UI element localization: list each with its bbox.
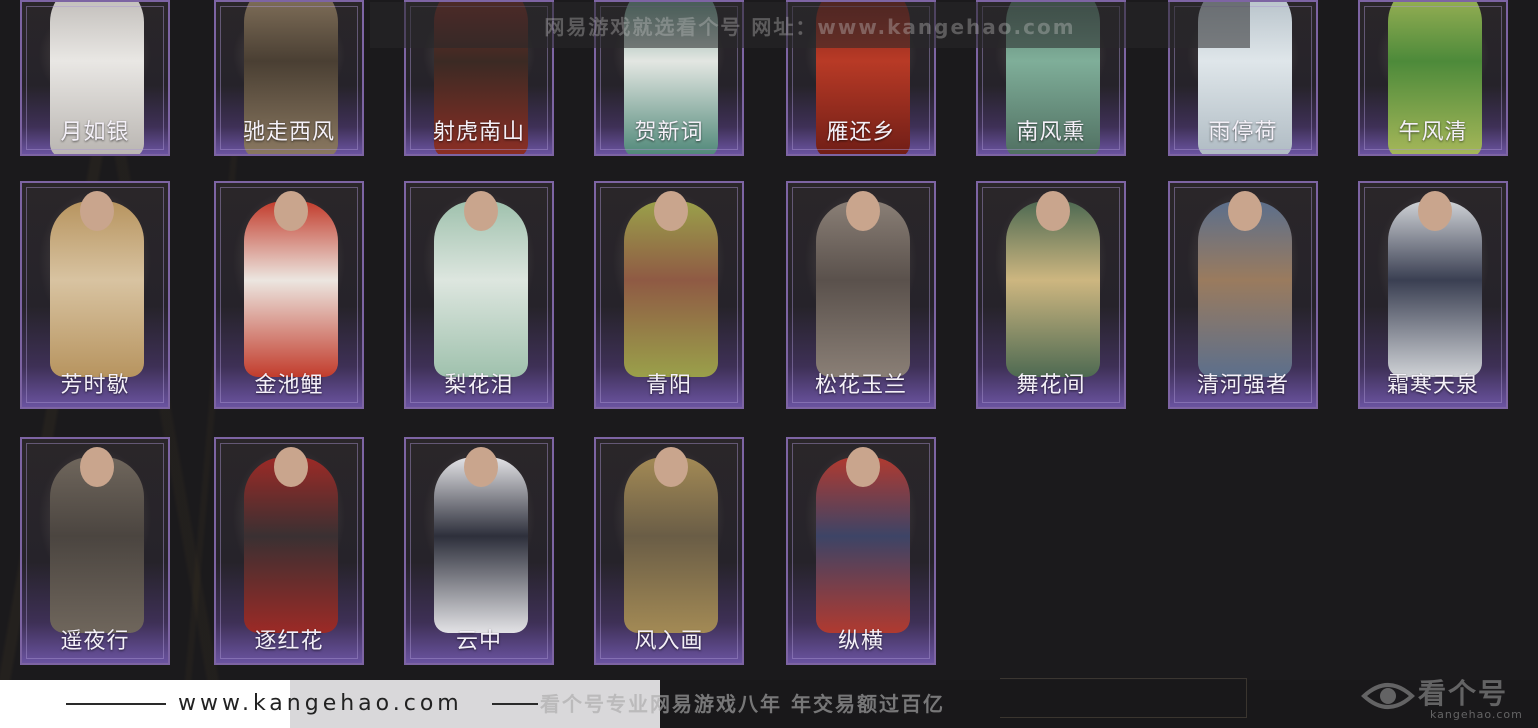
- costume-name: 遥夜行: [60, 629, 130, 654]
- top-watermark: 网易游戏就选看个号 网址：www.kangehao.com: [370, 2, 1250, 48]
- costume-name: 青阳: [645, 373, 692, 398]
- character-head: [274, 447, 308, 487]
- costume-card[interactable]: 青阳: [594, 181, 744, 409]
- eye-logo-icon: [1361, 683, 1415, 709]
- footer-bar: www.kangehao.com 看个号专业网易游戏八年 年交易额过百亿: [0, 680, 1538, 728]
- costume-name: 芳时歇: [60, 373, 130, 398]
- costume-name: 舞花间: [1016, 373, 1086, 398]
- costume-name: 月如银: [60, 120, 130, 145]
- character-head: [654, 191, 688, 231]
- costume-card[interactable]: 纵横: [786, 437, 936, 665]
- character-head: [274, 191, 308, 231]
- character-head: [464, 191, 498, 231]
- costume-name: 霜寒天泉: [1386, 373, 1479, 398]
- costume-name: 驰走西风: [242, 120, 335, 145]
- costume-grid: 月如银 驰走西风 射虎南山 贺新词 雁还乡 南风熏 雨停荷 午风清芳时歇 金池鲤 梨花泪 青阳 松花玉…: [0, 0, 1538, 680]
- costume-card[interactable]: 芳时歇: [20, 181, 170, 409]
- costume-name: 雨停荷: [1208, 120, 1278, 145]
- character-head: [654, 447, 688, 487]
- character-head: [1228, 191, 1262, 231]
- costume-name: 雁还乡: [826, 120, 896, 145]
- character-head: [464, 447, 498, 487]
- footer-frame-ornament: [1000, 678, 1247, 718]
- costume-card[interactable]: 清河强者: [1168, 181, 1318, 409]
- costume-name: 逐红花: [254, 629, 324, 654]
- logo-text: 看个号: [1418, 677, 1509, 710]
- costume-name: 金池鲤: [254, 373, 324, 398]
- costume-card[interactable]: 云中: [404, 437, 554, 665]
- footer-url: www.kangehao.com: [178, 691, 463, 716]
- costume-card[interactable]: 梨花泪: [404, 181, 554, 409]
- costume-card[interactable]: 逐红花: [214, 437, 364, 665]
- costume-name: 云中: [455, 629, 502, 654]
- character-head: [80, 191, 114, 231]
- character-head: [1036, 191, 1070, 231]
- costume-name: 梨花泪: [444, 373, 514, 398]
- costume-name: 南风熏: [1016, 120, 1086, 145]
- footer-divider-left: [66, 703, 166, 705]
- costume-name: 午风清: [1398, 120, 1468, 145]
- costume-card[interactable]: 松花玉兰: [786, 181, 936, 409]
- costume-card[interactable]: 午风清: [1358, 0, 1508, 156]
- footer-divider-right: [492, 703, 538, 705]
- costume-card[interactable]: 月如银: [20, 0, 170, 156]
- footer-slogan: 看个号专业网易游戏八年 年交易额过百亿: [540, 692, 945, 716]
- character-head: [80, 447, 114, 487]
- costume-name: 风入画: [634, 629, 704, 654]
- costume-card[interactable]: 霜寒天泉: [1358, 181, 1508, 409]
- costume-name: 纵横: [837, 629, 884, 654]
- costume-card[interactable]: 遥夜行: [20, 437, 170, 665]
- character-head: [846, 447, 880, 487]
- costume-card[interactable]: 驰走西风: [214, 0, 364, 156]
- costume-card[interactable]: 金池鲤: [214, 181, 364, 409]
- character-head: [1418, 191, 1452, 231]
- costume-name: 松花玉兰: [814, 373, 907, 398]
- brand-logo: 看个号 kangehao.com: [1360, 668, 1538, 728]
- costume-card[interactable]: 风入画: [594, 437, 744, 665]
- costume-name: 射虎南山: [432, 120, 525, 145]
- costume-name: 清河强者: [1196, 373, 1289, 398]
- costume-name: 贺新词: [634, 120, 704, 145]
- costume-card[interactable]: 舞花间: [976, 181, 1126, 409]
- character-head: [846, 191, 880, 231]
- logo-subtext: kangehao.com: [1430, 708, 1523, 721]
